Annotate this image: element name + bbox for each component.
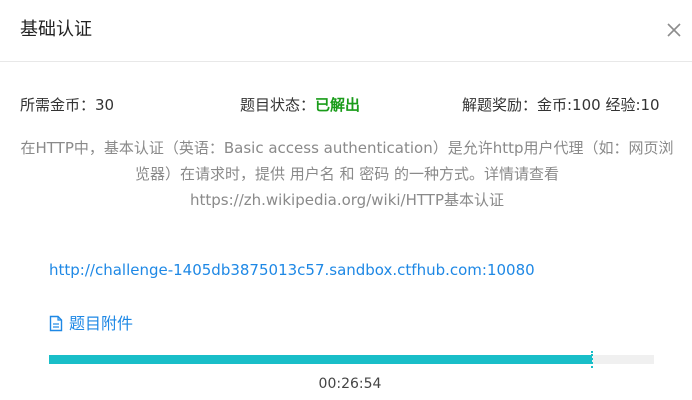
reward-text: 解题奖励：金币:100 经验:10 [462,96,660,114]
challenge-description: 在HTTP中，基本认证（英语：Basic access authenticati… [20,139,674,209]
attachment-link[interactable]: 题目附件 [49,313,133,338]
timer-progress-bar [49,351,654,368]
status-text: 题目状态：已解出 [240,95,360,115]
dialog-title: 基础认证 [20,19,92,40]
file-icon [49,315,63,338]
cost-text: 所需金币：30 [20,96,115,114]
close-icon [667,23,681,37]
status-label: 题目状态： [240,96,316,114]
timer-progress-cursor [590,351,593,368]
attachment-label: 题目附件 [69,314,134,333]
challenge-link[interactable]: http://challenge-1405db3875013c57.sandbo… [49,259,535,281]
timer-progress-fill [49,355,592,364]
challenge-dialog: 基础认证 所需金币：30 题目状态：已解出 解题奖励：金币:100 经验:10 … [0,0,692,400]
timer-text: 00:26:54 [318,376,382,392]
close-button[interactable] [664,20,684,40]
status-badge: 已解出 [315,96,361,114]
dialog-header: 基础认证 [0,0,692,62]
